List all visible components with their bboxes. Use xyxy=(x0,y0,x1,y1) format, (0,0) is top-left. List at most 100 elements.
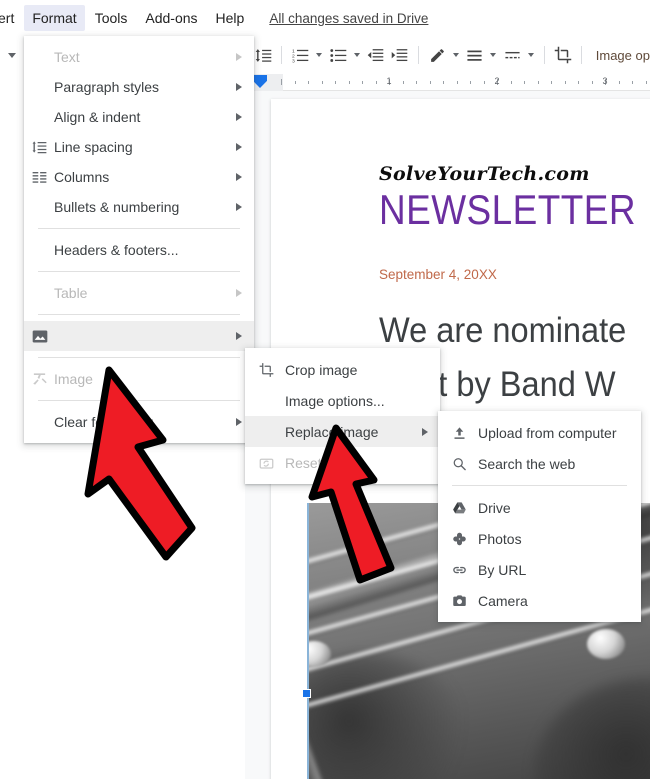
ruler-tick xyxy=(375,81,377,84)
border-weight-dropdown-icon[interactable] xyxy=(487,42,500,68)
submenu-item-replace-image[interactable]: Replace image xyxy=(245,416,440,447)
svg-text:2: 2 xyxy=(292,53,295,59)
ruler-tick xyxy=(578,81,579,84)
menu-item-label: Headers & footers... xyxy=(54,242,179,258)
menu-add-ons[interactable]: Add-ons xyxy=(137,5,205,31)
ruler-tick xyxy=(443,81,444,84)
line-spacing-icon[interactable] xyxy=(251,42,275,68)
ruler-tick xyxy=(281,79,282,85)
replace-image-submenu[interactable]: Upload from computer Search the web Driv… xyxy=(438,411,641,622)
menu-format[interactable]: Format xyxy=(24,5,85,31)
menu-item-headers-footers[interactable]: Headers & footers... xyxy=(24,235,254,265)
chevron-right-icon xyxy=(236,289,242,297)
image-options-button[interactable]: Image opt xyxy=(588,48,650,63)
decrease-indent-icon[interactable] xyxy=(363,42,387,68)
save-status-link[interactable]: All changes saved in Drive xyxy=(269,11,428,26)
menu-item-image[interactable] xyxy=(24,321,254,351)
menu-item-align-indent[interactable]: Align & indent xyxy=(24,102,254,132)
ruler-tick xyxy=(294,81,296,84)
ruler-tick xyxy=(321,81,323,84)
menu-item-label: Reset image xyxy=(285,454,364,471)
menu-item-label: Align & indent xyxy=(54,109,141,125)
menu-separator xyxy=(38,271,240,272)
image-selection-handle-left[interactable] xyxy=(302,689,311,698)
ruler-tick xyxy=(416,81,417,84)
submenu-item-search-the-web[interactable]: Search the web xyxy=(438,448,641,479)
ruler-tick xyxy=(429,81,431,84)
ruler-tick xyxy=(524,81,525,84)
menu-item-text[interactable]: Text xyxy=(24,42,254,72)
submenu-item-photos[interactable]: Photos xyxy=(438,523,641,554)
menu-item-label: Search the web xyxy=(478,455,576,472)
menu-item-table[interactable]: Table xyxy=(24,278,254,308)
submenu-item-by-url[interactable]: By URL xyxy=(438,554,641,585)
menu-item-paragraph-styles[interactable]: Paragraph styles xyxy=(24,72,254,102)
bulleted-list-dropdown-icon[interactable] xyxy=(350,42,363,68)
menu-item-bullets-numbering[interactable]: Bullets & numbering xyxy=(24,192,254,222)
menu-separator xyxy=(38,400,240,401)
menu-insert[interactable]: ert xyxy=(0,5,22,31)
ruler-track: 1 2 3 xyxy=(275,74,650,91)
drive-icon xyxy=(451,499,468,516)
menu-help[interactable]: Help xyxy=(208,5,253,31)
image-submenu[interactable]: Crop image Image options... Replace imag… xyxy=(245,348,440,484)
line-spacing-icon xyxy=(31,139,48,156)
format-menu[interactable]: Text Paragraph styles Align & indent Lin… xyxy=(24,36,254,443)
border-color-pencil-icon[interactable] xyxy=(425,42,449,68)
border-weight-icon[interactable] xyxy=(463,42,487,68)
ruler-tick xyxy=(632,81,633,84)
increase-indent-icon[interactable] xyxy=(388,42,412,68)
ruler-tick xyxy=(456,81,458,84)
crop-image-icon[interactable] xyxy=(550,42,574,68)
ruler-tick xyxy=(308,81,309,84)
menu-separator xyxy=(452,485,627,486)
toolbar-overflow-caret-icon[interactable] xyxy=(6,48,20,62)
ruler-tick xyxy=(618,81,620,84)
submenu-item-drive[interactable]: Drive xyxy=(438,492,641,523)
bulleted-list-icon[interactable] xyxy=(326,42,350,68)
menu-item-label: Camera xyxy=(478,592,528,609)
ruler-number: 2 xyxy=(494,76,500,86)
ruler-tick xyxy=(335,81,336,84)
ruler-tick xyxy=(510,81,512,84)
submenu-item-camera[interactable]: Camera xyxy=(438,585,641,616)
border-color-dropdown-icon[interactable] xyxy=(449,42,462,68)
doc-date: September 4, 20XX xyxy=(379,267,497,282)
menu-item-label: Upload from computer xyxy=(478,424,617,441)
chevron-right-icon xyxy=(236,332,242,340)
chevron-right-icon xyxy=(236,173,242,181)
ruler-tick xyxy=(483,81,485,84)
menu-item-label: Replace image xyxy=(285,423,379,440)
menu-item-borders-lines[interactable]: Clear formatting xyxy=(24,407,254,437)
ruler-tick xyxy=(348,81,350,84)
doc-newsletter-title: NEWSLETTER xyxy=(379,186,636,233)
svg-text:1: 1 xyxy=(292,48,295,54)
photos-icon xyxy=(451,530,468,547)
upload-icon xyxy=(451,424,468,441)
menu-item-clear-formatting[interactable]: Image xyxy=(24,364,254,394)
numbered-list-dropdown-icon[interactable] xyxy=(313,42,326,68)
submenu-item-crop-image[interactable]: Crop image xyxy=(245,354,440,385)
numbered-list-icon[interactable]: 1 2 3 xyxy=(288,42,312,68)
menu-item-label: Table xyxy=(54,285,88,301)
google-docs-window: SolveYourTech.com NEWSLETTER September 4… xyxy=(0,0,650,779)
menu-item-label: Crop image xyxy=(285,361,358,378)
toolbar-divider-3 xyxy=(543,46,545,64)
menu-item-columns[interactable]: Columns xyxy=(24,162,254,192)
menu-item-label: Clear formatting xyxy=(54,414,154,430)
border-dash-dropdown-icon[interactable] xyxy=(524,42,537,68)
toolbar-divider-4 xyxy=(580,46,582,64)
submenu-item-reset-image[interactable]: Reset image xyxy=(245,447,440,478)
chevron-right-icon xyxy=(236,83,242,91)
search-icon xyxy=(451,455,468,472)
document-ruler[interactable]: 1 2 3 xyxy=(245,74,650,91)
ruler-number: 3 xyxy=(602,76,608,86)
menu-bar: ert Format Tools Add-ons Help All change… xyxy=(0,0,650,36)
menu-tools[interactable]: Tools xyxy=(87,5,136,31)
menu-item-line-spacing[interactable]: Line spacing xyxy=(24,132,254,162)
border-dash-icon[interactable] xyxy=(500,42,524,68)
submenu-item-image-options[interactable]: Image options... xyxy=(245,385,440,416)
toolbar-divider-1 xyxy=(281,46,283,64)
chevron-right-icon xyxy=(236,53,242,61)
submenu-item-upload-from-computer[interactable]: Upload from computer xyxy=(438,417,641,448)
